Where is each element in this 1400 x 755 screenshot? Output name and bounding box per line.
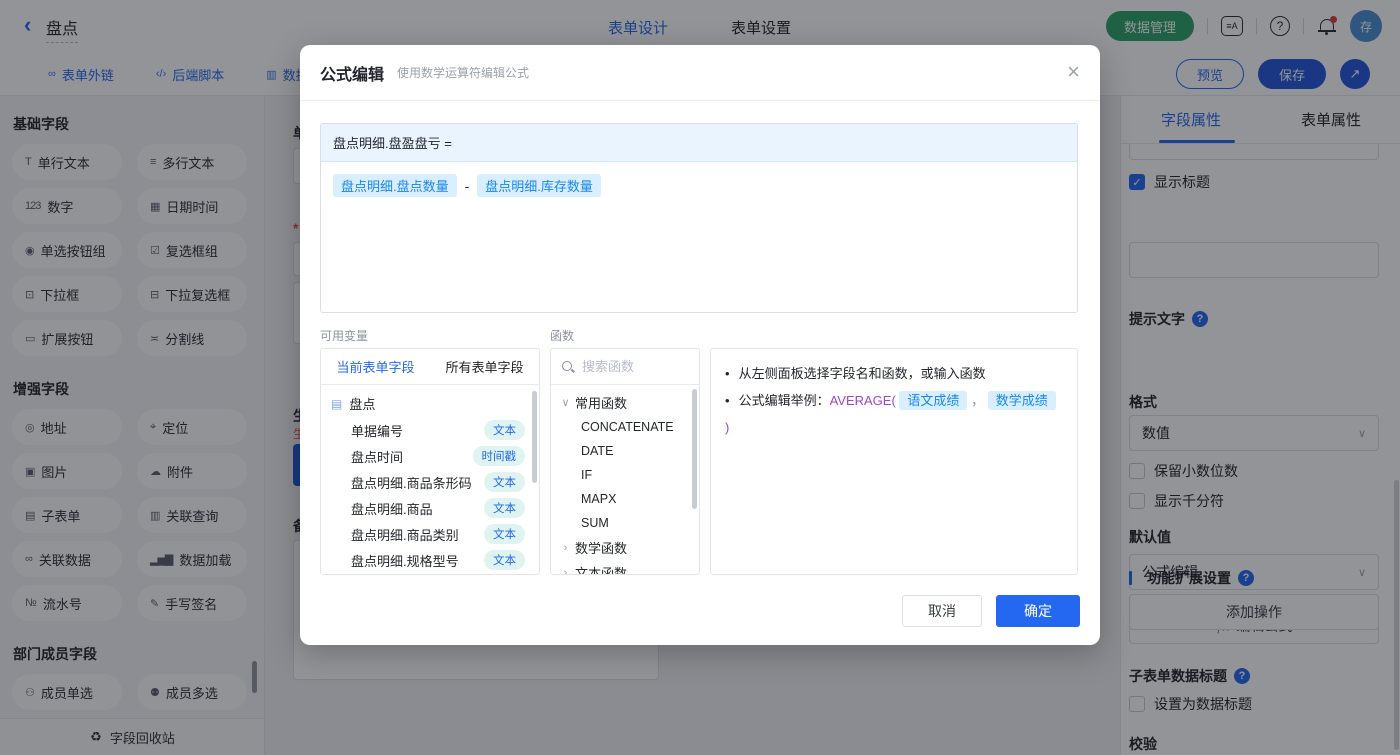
help-line-2: • 公式编辑举例：AVERAGE( 语文成绩 ， 数学成绩 ) [725,387,1063,441]
function-item[interactable]: IF [551,463,699,487]
function-group-text[interactable]: › 文本函数 [551,560,699,575]
function-group-math[interactable]: › 数学函数 [551,535,699,560]
help-text: 从左侧面板选择字段名和函数，或输入函数 [738,366,986,381]
variable-row[interactable]: 盘点明细.商品 文本 [321,495,539,521]
variables-tabs: 当前表单字段 所有表单字段 [321,349,539,385]
formula-box: 盘点明细.盘盈盘亏 = 盘点明细.盘点数量 - 盘点明细.库存数量 [320,123,1078,313]
close-icon[interactable]: × [1067,59,1080,85]
type-badge: 文本 [484,472,525,492]
type-badge: 文本 [484,498,525,518]
group-label: 常用函数 [575,396,628,411]
variable-name: 盘点明细.商品 [351,501,433,517]
formula-operator: - [464,177,470,194]
formula-operand-chip[interactable]: 盘点明细.库存数量 [477,174,601,197]
function-search [551,349,699,385]
tab-current-form-fields[interactable]: 当前表单字段 [321,349,430,384]
formula-expression-area[interactable]: 盘点明细.盘点数量 - 盘点明细.库存数量 [321,162,1077,209]
function-item[interactable]: CONCATENATE [551,415,699,439]
chevron-right-icon: › [563,566,568,575]
cancel-button[interactable]: 取消 [902,595,982,627]
type-badge: 时间戳 [472,446,525,466]
bullet: • [725,393,730,408]
dialog-header: 公式编辑 使用数学运算符编辑公式 × [300,45,1100,101]
group-label: 文本函数 [575,566,628,575]
root-label: 盘点 [349,397,376,412]
function-item[interactable]: SUM [551,511,699,535]
dialog-subtitle: 使用数学运算符编辑公式 [397,66,530,80]
example-chip: 语文成绩 [899,391,968,410]
function-group-common[interactable]: ∨ 常用函数 [551,390,699,415]
help-line-1: • 从左侧面板选择字段名和函数，或输入函数 [725,360,1063,387]
comma-text: ， [971,393,985,408]
variable-name: 盘点时间 [351,449,404,465]
variable-name: 单据编号 [351,423,404,439]
function-search-input[interactable] [582,359,689,374]
variable-name: 盘点明细.商品类别 [351,527,459,543]
close-paren-text: ) [725,420,730,435]
dialog-title: 公式编辑 [320,66,385,84]
type-badge: 文本 [484,420,525,440]
help-text: 公式编辑举例： [738,393,830,408]
variable-name: 盘点明细.商品条形码 [351,475,472,491]
functions-scrollbar-thumb[interactable] [692,389,697,509]
variable-row[interactable]: 单据编号 文本 [321,417,539,443]
help-panel: • 从左侧面板选择字段名和函数，或输入函数 • 公式编辑举例：AVERAGE( 语文… [710,348,1078,575]
search-icon [561,360,575,374]
chevron-open-icon: ∨ [561,397,570,409]
group-label: 数学函数 [575,541,628,556]
variable-row[interactable]: 盘点时间 时间戳 [321,443,539,469]
bullet: • [725,366,730,381]
variables-scrollbar-thumb[interactable] [532,391,537,483]
form-doc-icon: ▤ [331,396,343,411]
variables-section-label: 可用变量 [320,329,369,343]
function-item[interactable]: DATE [551,439,699,463]
variable-name: 盘点明细.规格型号 [351,553,459,569]
functions-section-label: 函数 [550,329,575,343]
functions-panel: ∨ 常用函数 CONCATENATE DATE IF MAPX SUM › 数学函数… [550,348,700,575]
chevron-right-icon: › [563,541,568,554]
dialog-footer: 取消 确定 [902,595,1080,627]
variable-row[interactable]: 盘点明细.商品类别 文本 [321,521,539,547]
formula-target: 盘点明细.盘盈盘亏 = [321,124,1077,162]
example-chip: 数学成绩 [987,391,1056,410]
formula-editor-dialog: 公式编辑 使用数学运算符编辑公式 × 盘点明细.盘盈盘亏 = 盘点明细.盘点数量… [300,45,1100,645]
formula-operand-chip[interactable]: 盘点明细.盘点数量 [333,174,457,197]
tab-all-form-fields[interactable]: 所有表单字段 [430,349,539,384]
variable-row[interactable]: 盘点明细.商品条形码 文本 [321,469,539,495]
confirm-button[interactable]: 确定 [996,595,1080,627]
variables-panel: 当前表单字段 所有表单字段 ▤ 盘点 单据编号 文本 盘点时间 时间戳 盘点明细.商品… [320,348,540,575]
type-badge: 文本 [484,550,525,570]
function-item[interactable]: MAPX [551,487,699,511]
variable-tree-root[interactable]: ▤ 盘点 [321,390,539,417]
function-name-text: AVERAGE( [829,393,896,408]
variable-row[interactable]: 盘点明细.规格型号 文本 [321,547,539,573]
type-badge: 文本 [484,524,525,544]
